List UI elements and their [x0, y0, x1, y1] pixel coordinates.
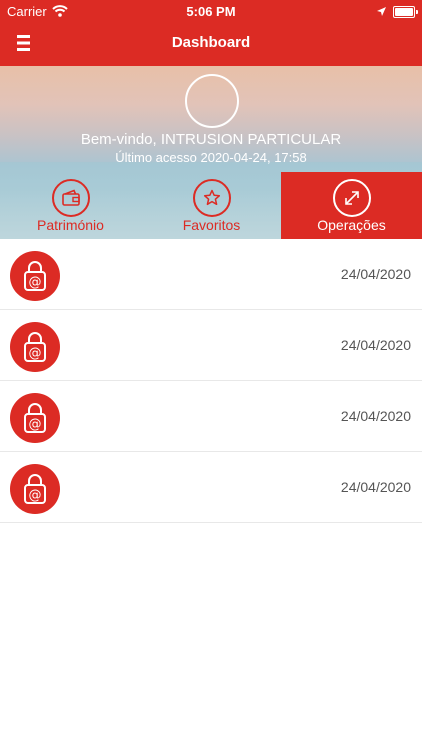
list-item[interactable]: @ 24/04/2020 — [0, 452, 422, 523]
page-title: Dashboard — [171, 34, 251, 51]
avatar[interactable] — [185, 74, 239, 128]
svg-text:@: @ — [29, 275, 42, 290]
location-arrow-icon — [376, 5, 387, 20]
status-time: 5:06 PM — [186, 4, 236, 19]
secure-lock-icon: @ — [10, 464, 60, 514]
tab-patrimonio[interactable]: Património — [0, 172, 141, 239]
app-header: Carrier 5:06 PM Dashboard — [0, 0, 422, 66]
last-access-text: Último acesso 2020-04-24, 17:58 — [115, 150, 307, 165]
secure-lock-icon: @ — [10, 322, 60, 372]
operation-date: 24/04/2020 — [340, 479, 411, 495]
operation-date: 24/04/2020 — [340, 266, 411, 282]
tab-bar: Património Favoritos Operações — [0, 172, 422, 239]
welcome-text: Bem-vindo, INTRUSION PARTICULAR — [80, 131, 342, 148]
wallet-icon — [51, 179, 90, 217]
star-icon — [192, 179, 231, 217]
secure-lock-icon: @ — [10, 393, 60, 443]
secure-lock-icon: @ — [10, 251, 60, 301]
svg-text:@: @ — [29, 417, 42, 432]
list-item[interactable]: @ 24/04/2020 — [0, 310, 422, 381]
battery-icon — [393, 6, 418, 18]
list-item[interactable]: @ 24/04/2020 — [0, 381, 422, 452]
list-item[interactable]: @ 24/04/2020 — [0, 239, 422, 310]
operation-date: 24/04/2020 — [340, 337, 411, 353]
tab-label: Operações — [317, 217, 386, 233]
tab-operacoes[interactable]: Operações — [281, 172, 422, 239]
svg-text:@: @ — [29, 488, 42, 503]
expand-arrows-icon — [332, 179, 371, 217]
tab-label: Património — [37, 217, 104, 233]
status-bar: Carrier 5:06 PM — [0, 0, 422, 22]
svg-text:@: @ — [29, 346, 42, 361]
operation-date: 24/04/2020 — [340, 408, 411, 424]
tab-favoritos[interactable]: Favoritos — [141, 172, 282, 239]
operations-list: @ 24/04/2020 @ 24/04/2020 @ 24/04/2020 @… — [0, 239, 422, 523]
tab-label: Favoritos — [182, 217, 241, 233]
